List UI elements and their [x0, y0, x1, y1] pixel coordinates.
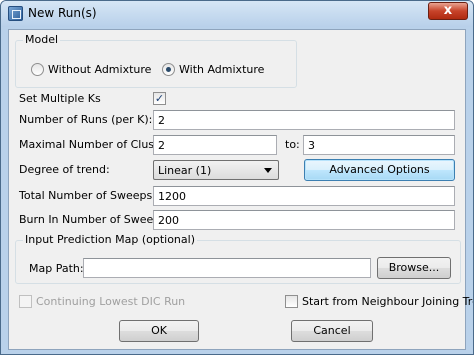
sweeps-label: Total Number of Sweeps:	[19, 189, 156, 202]
cancel-button[interactable]: Cancel	[291, 320, 373, 342]
trend-label: Degree of trend:	[19, 163, 110, 176]
sweeps-input[interactable]: 1200	[153, 186, 455, 206]
without-admixture-label[interactable]: Without Admixture	[48, 63, 151, 76]
set-multiple-ks-label: Set Multiple Ks	[19, 92, 101, 105]
chevron-down-icon	[264, 168, 272, 173]
runs-label: Number of Runs (per K):	[19, 113, 153, 126]
with-admixture-radio[interactable]	[162, 63, 175, 76]
clusters-to-label: to:	[285, 138, 300, 151]
window-title: New Run(s)	[28, 6, 97, 20]
map-path-input[interactable]	[83, 258, 371, 278]
set-multiple-ks-checkbox[interactable]: ✓	[153, 92, 166, 105]
close-icon[interactable]: x	[428, 2, 468, 20]
neighbour-joining-label: Start from Neighbour Joining Tree	[302, 295, 474, 308]
burnin-label: Burn In Number of Sweeps:	[19, 213, 170, 226]
burnin-input[interactable]: 200	[153, 210, 455, 230]
prediction-map-legend: Input Prediction Map (optional)	[23, 233, 197, 246]
with-admixture-label[interactable]: With Admixture	[179, 63, 264, 76]
without-admixture-radio[interactable]	[31, 63, 44, 76]
runs-input[interactable]: 2	[153, 110, 455, 130]
clusters-min-input[interactable]: 2	[153, 135, 277, 155]
app-window-icon	[8, 6, 23, 21]
title-bar[interactable]: New Run(s) x	[1, 1, 473, 27]
continuing-dic-checkbox[interactable]	[19, 295, 32, 308]
continuing-dic-label: Continuing Lowest DIC Run	[36, 295, 186, 308]
trend-select[interactable]: Linear (1)	[153, 160, 279, 180]
clusters-max-input[interactable]: 3	[303, 135, 455, 155]
model-legend: Model	[23, 33, 61, 46]
neighbour-joining-checkbox[interactable]	[285, 295, 298, 308]
trend-select-value: Linear (1)	[158, 164, 212, 177]
dialog-body: Model Without Admixture With Admixture S…	[8, 29, 473, 350]
advanced-options-button[interactable]: Advanced Options	[304, 159, 455, 181]
new-runs-dialog: New Run(s) x Model Without Admixture Wit…	[0, 0, 474, 355]
ok-button[interactable]: OK	[119, 320, 199, 342]
map-path-label: Map Path:	[29, 262, 84, 275]
browse-button[interactable]: Browse...	[377, 257, 451, 279]
